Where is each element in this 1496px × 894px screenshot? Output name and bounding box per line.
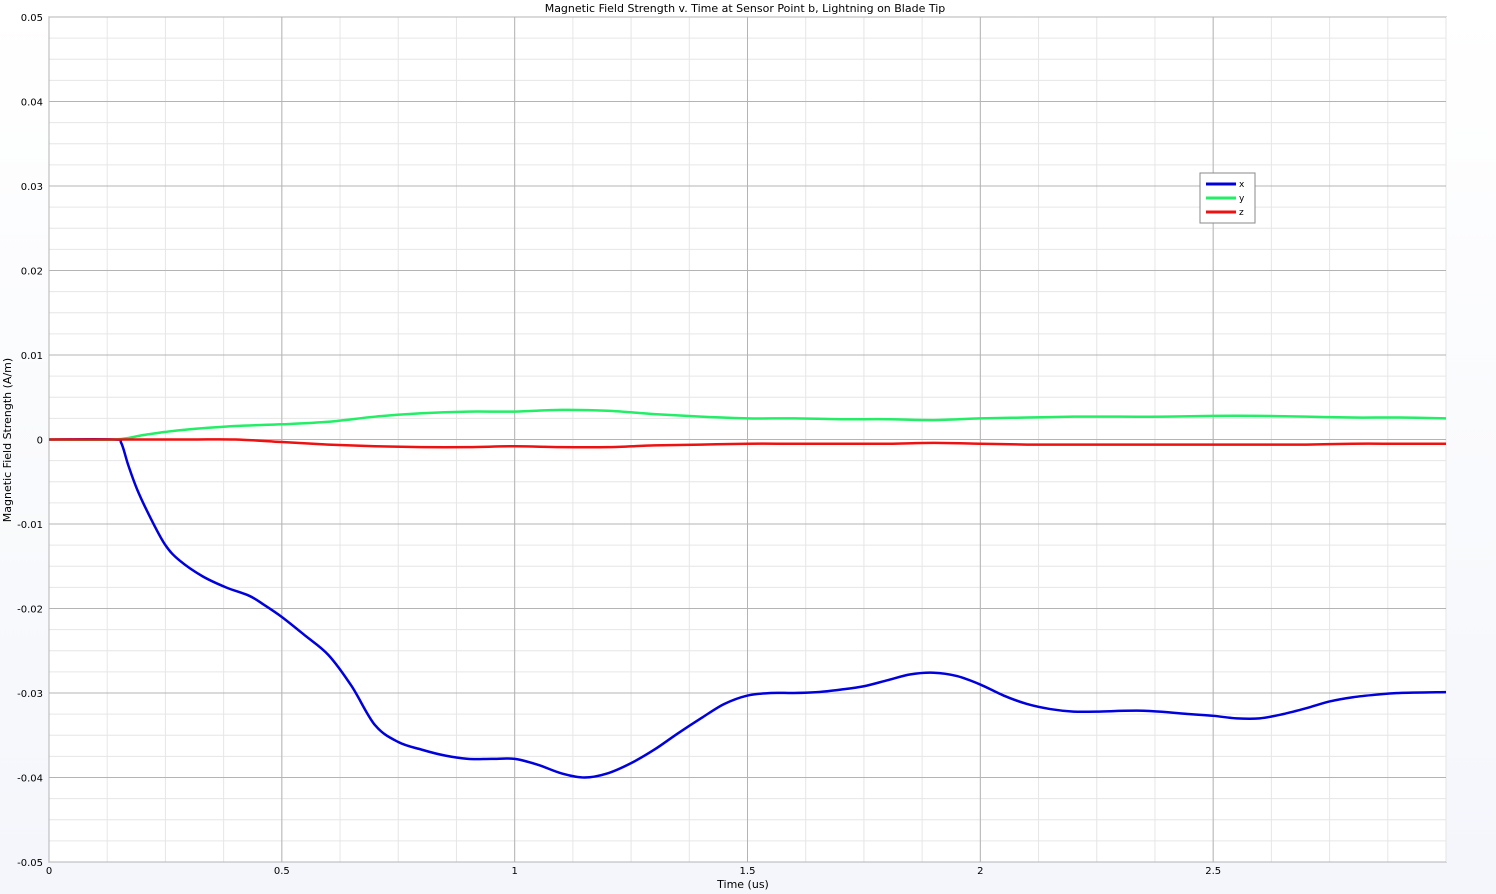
x-tick-label: 2 [977,866,983,877]
legend-label-z: z [1239,208,1244,218]
y-tick-label: 0.03 [21,182,43,193]
y-tick-label: -0.01 [17,520,43,531]
x-tick-label: 0.5 [274,866,290,877]
x-tick-label: 2.5 [1205,866,1221,877]
y-tick-label: -0.03 [17,689,43,700]
y-tick-label: -0.05 [17,858,43,869]
legend-label-x: x [1239,180,1245,190]
y-axis-label: Magnetic Field Strength (A/m) [1,358,14,522]
x-axis-label: Time (us) [716,878,769,891]
y-tick-label: 0.05 [21,13,43,24]
y-axis-ticks: 0.05 0.04 0.03 0.02 0.01 0 -0.01 -0.02 -0.03 -0.0… [17,13,43,869]
y-tick-label: 0.02 [21,267,43,278]
y-tick-label: 0.01 [21,351,43,362]
x-tick-label: 1 [511,866,517,877]
chart-title: Magnetic Field Strength v. Time at Senso… [545,2,946,15]
y-tick-label: 0.04 [21,98,43,109]
y-tick-label: -0.04 [17,774,43,785]
chart-figure: Magnetic Field Strength v. Time at Senso… [1,2,1447,891]
x-tick-label: 1.5 [740,866,756,877]
legend: xyz [1199,172,1256,224]
y-tick-label: -0.02 [17,605,43,616]
x-axis-ticks: 0 0.5 1 1.5 2 2.5 [46,866,1221,877]
legend-label-y: y [1239,194,1245,204]
y-tick-label: 0 [37,436,43,447]
x-tick-label: 0 [46,866,52,877]
